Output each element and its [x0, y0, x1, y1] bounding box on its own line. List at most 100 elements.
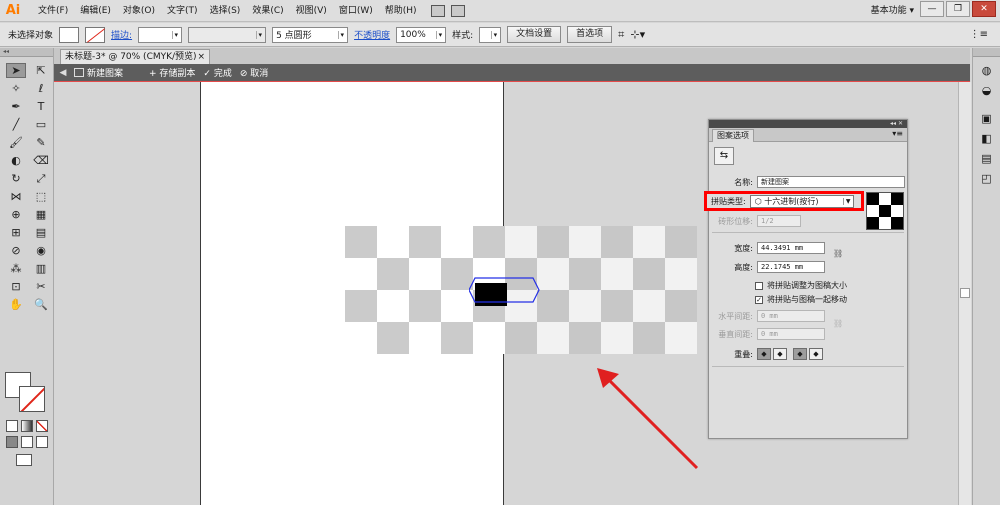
menu-item-6[interactable]: 视图(V)	[290, 0, 333, 22]
zoom-tool-icon[interactable]: 🔍	[31, 297, 51, 312]
cancel-button[interactable]: ⊘ 取消	[240, 66, 268, 79]
artboard-tool-icon[interactable]: ⊡	[6, 279, 26, 294]
tile-type-select[interactable]: ⬡ 十六进制(按行) ▼	[749, 194, 854, 208]
overlap-left-icon[interactable]: ◆	[757, 348, 771, 360]
menu-item-4[interactable]: 选择(S)	[204, 0, 247, 22]
opacity-link[interactable]: 不透明度	[354, 28, 390, 41]
color-guide-icon[interactable]: ◍	[978, 63, 996, 77]
pen-tool-icon[interactable]: ✒	[6, 99, 26, 114]
panel-menu-icon[interactable]: ▾≡	[892, 129, 903, 138]
style-select[interactable]: ▾	[479, 26, 502, 43]
align-options-icon[interactable]: ⊹▾	[630, 28, 645, 41]
close-panel-icon[interactable]: ✕	[898, 120, 903, 127]
height-input[interactable]: 22.1745 mm	[757, 261, 825, 273]
menu-item-3[interactable]: 文字(T)	[161, 0, 204, 22]
arrange-documents-icon[interactable]	[450, 4, 465, 17]
menu-item-5[interactable]: 效果(C)	[246, 0, 289, 22]
overlap-bottom-icon[interactable]: ◆	[809, 348, 823, 360]
paintbrush-tool-icon[interactable]: 🖌	[6, 135, 26, 150]
mesh-tool-icon[interactable]: ⊞	[6, 225, 26, 240]
overlap-right-icon[interactable]: ◆	[773, 348, 787, 360]
draw-inside-icon[interactable]	[36, 436, 48, 448]
gradient-icon[interactable]: ▣	[978, 111, 996, 125]
selection-tool-icon[interactable]: ➤	[6, 63, 26, 78]
color-mode-icon[interactable]	[6, 420, 18, 432]
slice-tool-icon[interactable]: ✂	[31, 279, 51, 294]
none-mode-icon[interactable]	[36, 420, 48, 432]
bridge-icon[interactable]	[430, 4, 445, 17]
document-setup-button[interactable]: 文档设置	[507, 26, 562, 43]
tools-panel-header[interactable]: ◂◂	[0, 48, 53, 57]
transparency-icon[interactable]: ◧	[978, 131, 996, 145]
scroll-thumb[interactable]	[960, 288, 970, 298]
name-input[interactable]: 新建图案	[757, 176, 905, 188]
screen-mode-icon[interactable]	[16, 454, 32, 466]
rotate-tool-icon[interactable]: ↻	[6, 171, 26, 186]
close-window-button[interactable]: ✕	[972, 1, 996, 17]
eraser-tool-icon[interactable]: ⌫	[31, 153, 51, 168]
direct-selection-tool-icon[interactable]: ⇱	[31, 63, 51, 78]
blend-tool-icon[interactable]: ◉	[31, 243, 51, 258]
transform-icon[interactable]: ⌗	[618, 28, 624, 42]
document-tab[interactable]: 未标题-3* @ 70% (CMYK/预览) ×	[60, 49, 210, 64]
menu-item-0[interactable]: 文件(F)	[32, 0, 74, 22]
width-input[interactable]: 44.3491 mm	[757, 242, 825, 254]
stroke-link[interactable]: 描边:	[111, 28, 132, 41]
scale-tool-icon[interactable]: ⤢	[31, 171, 51, 186]
save-copy-button[interactable]: + 存储副本	[149, 66, 195, 79]
variable-width-select[interactable]: ▾	[188, 26, 267, 43]
gradient-mode-icon[interactable]	[21, 420, 33, 432]
link-spacing-icon[interactable]: ⛓	[833, 319, 843, 328]
fill-swatch[interactable]	[59, 26, 80, 43]
link-proportions-icon[interactable]: ⛓	[833, 249, 843, 258]
line-tool-icon[interactable]: ╱	[6, 117, 26, 132]
shape-builder-tool-icon[interactable]: ⊕	[6, 207, 26, 222]
stroke-icon[interactable]: ▤	[978, 151, 996, 165]
collapse-icon[interactable]: ◂◂	[890, 120, 896, 127]
overlap-top-icon[interactable]: ◆	[793, 348, 807, 360]
v-spacing-input[interactable]: 0 mm	[757, 328, 825, 340]
column-graph-tool-icon[interactable]: ▥	[31, 261, 51, 276]
breadcrumb[interactable]: 新建图案	[74, 66, 123, 79]
resize-tile-checkbox[interactable]	[755, 281, 763, 290]
close-tab-icon[interactable]: ×	[197, 50, 205, 64]
lasso-tool-icon[interactable]: ℓ	[31, 81, 51, 96]
eyedropper-tool-icon[interactable]: ⊘	[6, 243, 26, 258]
opacity-select[interactable]: 100% ▾	[396, 26, 447, 43]
menu-item-2[interactable]: 对象(O)	[117, 0, 161, 22]
width-tool-icon[interactable]: ⋈	[6, 189, 26, 204]
free-transform-tool-icon[interactable]: ⬚	[31, 189, 51, 204]
workspace-switcher[interactable]: 基本功能 ▾	[871, 0, 914, 22]
vertical-scrollbar[interactable]	[958, 82, 971, 505]
hand-tool-icon[interactable]: ✋	[6, 297, 26, 312]
brick-offset-select[interactable]: 1/2	[757, 215, 801, 227]
move-tile-checkbox[interactable]: ✓	[755, 295, 763, 304]
panel-titlebar[interactable]: ◂◂ ✕	[709, 120, 907, 128]
pattern-tile-tool-icon[interactable]: ⇆	[714, 147, 734, 165]
rectangle-tool-icon[interactable]: ▭	[31, 117, 51, 132]
perspective-grid-tool-icon[interactable]: ▦	[31, 207, 51, 222]
dock-header[interactable]	[973, 48, 1000, 57]
pencil-tool-icon[interactable]: ✎	[31, 135, 51, 150]
gradient-tool-icon[interactable]: ▤	[31, 225, 51, 240]
stroke-swatch[interactable]	[85, 26, 106, 43]
draw-behind-icon[interactable]	[21, 436, 33, 448]
color-icon[interactable]: ◒	[978, 83, 996, 97]
draw-normal-icon[interactable]	[6, 436, 18, 448]
panel-menu-icon[interactable]: ⋮≡	[970, 29, 988, 40]
blob-brush-tool-icon[interactable]: ◐	[6, 153, 26, 168]
menu-item-8[interactable]: 帮助(H)	[379, 0, 423, 22]
magic-wand-tool-icon[interactable]: ✧	[6, 81, 26, 96]
minimize-button[interactable]: —	[920, 1, 944, 17]
brush-select[interactable]: 5 点圆形 ▾	[272, 26, 349, 43]
restore-button[interactable]: ❐	[946, 1, 970, 17]
tab-pattern-options[interactable]: 图案选项	[712, 129, 754, 142]
back-arrow-icon[interactable]: ◀	[56, 68, 70, 78]
done-button[interactable]: ✓ 完成	[203, 66, 231, 79]
appearance-icon[interactable]: ◰	[978, 171, 996, 185]
preferences-button[interactable]: 首选项	[567, 26, 613, 43]
stroke-color-box[interactable]	[19, 386, 45, 412]
type-tool-icon[interactable]: T	[31, 99, 51, 114]
symbol-sprayer-tool-icon[interactable]: ⁂	[6, 261, 26, 276]
h-spacing-input[interactable]: 0 mm	[757, 310, 825, 322]
